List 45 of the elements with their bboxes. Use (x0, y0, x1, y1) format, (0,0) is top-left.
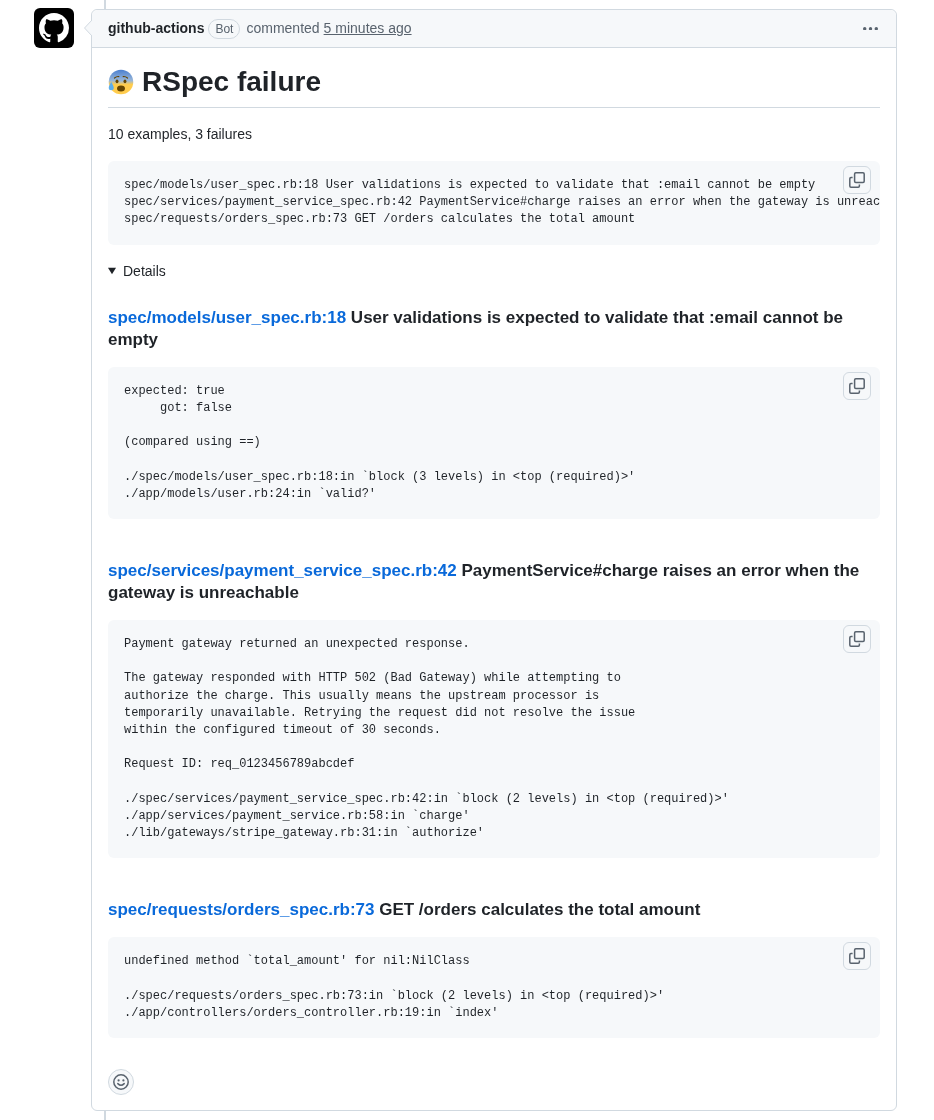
timestamp-link[interactable]: 5 minutes ago (323, 18, 412, 39)
summary-text: 10 examples, 3 failures (108, 125, 253, 144)
copy-button[interactable] (843, 625, 871, 653)
code-line: spec/services/payment_service_spec.rb:42 PaymentService#charge raises an error when the gateway is unreac (124, 194, 881, 212)
copy-button[interactable] (843, 166, 871, 194)
code-line: ./spec/requests/orders_spec.rb:73:in `block (2 levels) in <top (required)>' (124, 987, 665, 1005)
author-link[interactable]: github-actions (108, 18, 205, 39)
copy-icon (849, 172, 865, 188)
code-line: within the configured timeout of 30 seconds. (124, 722, 441, 739)
code-line: ./app/models/user.rb:24:in `valid?' (124, 485, 377, 503)
action-text: commented (246, 19, 320, 38)
code-line: undefined method `total_amount' for nil:NilClass (124, 953, 470, 971)
spec-file-link[interactable]: spec/requests/orders_spec.rb:73 (108, 900, 375, 920)
anxious-face-icon (108, 68, 134, 95)
code-line: (compared using ==) (124, 434, 261, 452)
copy-icon (849, 631, 865, 647)
code-line: ./lib/gateways/stripe_gateway.rb:31:in `authorize' (124, 825, 485, 843)
code-line: Payment gateway returned an unexpected response. (124, 636, 470, 653)
details-toggle[interactable]: Details (108, 260, 166, 282)
spec-file-link[interactable]: spec/services/payment_service_spec.rb:42 (108, 561, 457, 580)
failure-heading: spec/services/payment_service_spec.rb:42 PaymentService#charge raises an error when the gateway is unreachable (108, 560, 861, 604)
smiley-icon (113, 1074, 129, 1091)
code-line: ./spec/models/user_spec.rb:18:in `block (3 levels) in <top (required)>' (124, 468, 636, 486)
failure-heading: spec/requests/orders_spec.rb:73 GET /orders calculates the total amount (108, 899, 702, 922)
failure-heading: spec/models/user_spec.rb:18 User validations is expected to validate that :email cannot be empty (108, 306, 845, 351)
copy-button[interactable] (843, 371, 871, 400)
copy-icon (849, 377, 865, 394)
spec-file-link[interactable]: spec/models/user_spec.rb:18 (108, 307, 347, 327)
add-reaction-button[interactable] (108, 1069, 134, 1096)
copy-button[interactable] (843, 942, 871, 971)
code-line: Request ID: req_0123456789abcdef (124, 756, 355, 774)
code-line: expected: true (124, 382, 225, 400)
comment-title: RSpec failure (142, 65, 321, 99)
code-line: got: false (159, 399, 233, 417)
code-line: ./app/services/payment_service.rb:58:in `charge' (124, 808, 470, 825)
code-line: authorize the charge. This usually means the upstream processor is (124, 687, 600, 705)
bot-avatar-icon[interactable] (34, 8, 74, 48)
copy-icon (849, 948, 865, 965)
code-line: ./app/controllers/orders_controller.rb:19:in `index' (124, 1005, 499, 1022)
ellipsis-icon (863, 26, 878, 31)
code-line: spec/models/user_spec.rb:18 User validations is expected to validate that :email cannot be empty (124, 177, 816, 194)
code-line: spec/requests/orders_spec.rb:73 GET /orders calculates the total amount (124, 211, 636, 229)
code-line: temporarily unavailable. Retrying the request did not resolve the issue (124, 704, 636, 722)
code-line: The gateway responded with HTTP 502 (Bad Gateway) while attempting to (124, 670, 621, 688)
code-line: ./spec/services/payment_service_spec.rb:42:in `block (2 levels) in <top (required)>' (124, 790, 729, 808)
